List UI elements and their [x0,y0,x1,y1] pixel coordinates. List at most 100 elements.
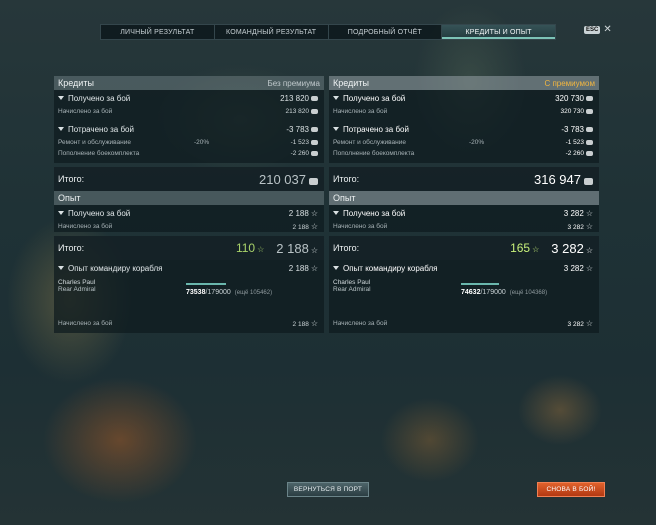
earned-row[interactable]: Получено за бой 320 730 [329,90,599,106]
commander-points-max: /179000 [480,289,506,296]
commander-xp-row[interactable]: Опыт командиру корабля 2 188 ☆ [54,260,324,276]
credits-title: Кредиты [333,78,369,88]
tab-credits-and-xp[interactable]: КРЕДИТЫ И ОПЫТ [442,25,555,39]
expand-arrow-icon [58,211,64,216]
accrued-row: Начислено за бой 320 730 [329,106,599,117]
tab-bar: ЛИЧНЫЙ РЕЗУЛЬТАТ КОМАНДНЫЙ РЕЗУЛЬТАТ ПОД… [100,24,556,40]
credits-header: Кредиты С премиумом [329,76,599,90]
free-xp-value: 110 [235,241,256,255]
repair-label: Ремонт и обслуживание [58,139,131,146]
free-xp-value: 165 [510,241,531,255]
star-icon: ☆ [585,208,593,218]
xp-accrued-value: 3 282 [567,224,584,231]
credits-total-row: Итого: 210 037 [54,167,324,191]
star-icon: ☆ [310,208,318,218]
ammo-row: Пополнение боекомплекта -2 260 [54,148,324,159]
expand-arrow-icon [333,266,339,271]
ammo-row: Пополнение боекомплекта -2 260 [329,148,599,159]
commander-accrued-value: 2 188 [292,321,309,328]
expand-arrow-icon [333,211,339,216]
star-icon: ☆ [310,319,318,328]
commander-xp-value: 3 282 [563,263,584,273]
total-label: Итого: [333,174,360,184]
xp-accrued-value: 2 188 [292,224,309,231]
credits-icon [311,108,318,114]
xp-total-row: Итого: 110 ☆ 2 188 ☆ [54,236,324,260]
xp-header: Опыт [54,191,324,205]
commander-xp-row[interactable]: Опыт командиру корабля 3 282 ☆ [329,260,599,276]
star-icon: ☆ [585,245,593,255]
commander-points-max: /179000 [205,289,231,296]
accrued-value: 213 820 [285,108,310,115]
commander-points: 74632/179000 (ещё 104368) [461,289,547,296]
xp-accrued-row: Начислено за бой 3 282 ☆ [329,221,599,232]
commander-progress-bar [186,283,226,285]
spent-row[interactable]: Потрачено за бой -3 783 [54,121,324,137]
credits-icon [586,126,593,132]
xp-total-value: 3 282 [551,240,584,256]
xp-title: Опыт [58,193,81,203]
xp-accrued-row: Начислено за бой 2 188 ☆ [54,221,324,232]
xp-earned-row[interactable]: Получено за бой 3 282 ☆ [329,205,599,221]
star-icon: ☆ [310,263,318,273]
commander-points-remaining: (ещё 104368) [509,290,548,296]
xp-accrued-label: Начислено за бой [333,223,388,230]
spent-label: Потрачено за бой [343,124,409,134]
xp-total-row: Итого: 165 ☆ 3 282 ☆ [329,236,599,260]
xp-title: Опыт [333,193,356,203]
commander-accrued-row: Начислено за бой 2 188 ☆ [54,318,324,329]
return-to-port-button[interactable]: ВЕРНУТЬСЯ В ПОРТ [287,482,369,497]
repair-label: Ремонт и обслуживание [333,139,406,146]
commander-points: 73538/179000 (ещё 105462) [186,289,272,296]
panel-without-premium: Кредиты Без премиума Получено за бой 213… [54,76,324,333]
credits-icon [584,177,593,185]
repair-row: Ремонт и обслуживание -20% -1 523 [54,137,324,148]
free-xp-star-icon: ☆ [532,245,540,254]
commander-card: Charles Paul Rear Admiral 74632/179000 (е… [329,276,599,318]
earned-row[interactable]: Получено за бой 213 820 [54,90,324,106]
accrued-label: Начислено за бой [333,108,388,115]
xp-total-label: Итого: [333,243,360,253]
star-icon: ☆ [585,222,593,231]
expand-arrow-icon [333,96,339,101]
panel-with-premium: Кредиты С премиумом Получено за бой 320 … [329,76,599,333]
star-icon: ☆ [310,222,318,231]
battle-again-button[interactable]: СНОВА В БОЙ! [537,482,605,497]
credits-icon [586,108,593,114]
xp-header: Опыт [329,191,599,205]
xp-earned-label: Получено за бой [68,208,131,218]
expand-arrow-icon [58,96,64,101]
tab-detailed-report[interactable]: ПОДРОБНЫЙ ОТЧЁТ [329,25,443,39]
esc-close-button[interactable]: ESC ✕ [584,25,612,35]
credits-icon [586,139,593,145]
ammo-value: -2 260 [565,150,584,157]
repair-percent: -20% [194,139,210,146]
xp-earned-label: Получено за бой [343,208,406,218]
spent-label: Потрачено за бой [68,124,134,134]
commander-points-current: 74632 [461,289,481,296]
credits-icon [309,177,318,185]
credits-total-value: 210 037 [259,171,306,187]
commander-accrued-label: Начислено за бой [58,320,113,327]
spent-row[interactable]: Потрачено за бой -3 783 [329,121,599,137]
credits-title: Кредиты [58,78,94,88]
credits-icon [586,95,593,101]
xp-total-label: Итого: [58,243,85,253]
tab-personal-result[interactable]: ЛИЧНЫЙ РЕЗУЛЬТАТ [101,25,215,39]
credits-icon [311,150,318,156]
commander-points-current: 73538 [186,289,206,296]
star-icon: ☆ [585,263,593,273]
credits-icon [311,95,318,101]
ammo-label: Пополнение боекомплекта [58,150,140,157]
commander-progress-bar [461,283,499,285]
accrued-row: Начислено за бой 213 820 [54,106,324,117]
tab-team-result[interactable]: КОМАНДНЫЙ РЕЗУЛЬТАТ [215,25,329,39]
commander-xp-label: Опыт командиру корабля [343,263,438,273]
xp-earned-row[interactable]: Получено за бой 2 188 ☆ [54,205,324,221]
repair-row: Ремонт и обслуживание -20% -1 523 [329,137,599,148]
earned-value: 213 820 [280,93,309,103]
xp-earned-value: 3 282 [563,208,584,218]
total-label: Итого: [58,174,85,184]
spent-value: -3 783 [561,124,584,134]
close-icon[interactable]: ✕ [603,25,611,35]
